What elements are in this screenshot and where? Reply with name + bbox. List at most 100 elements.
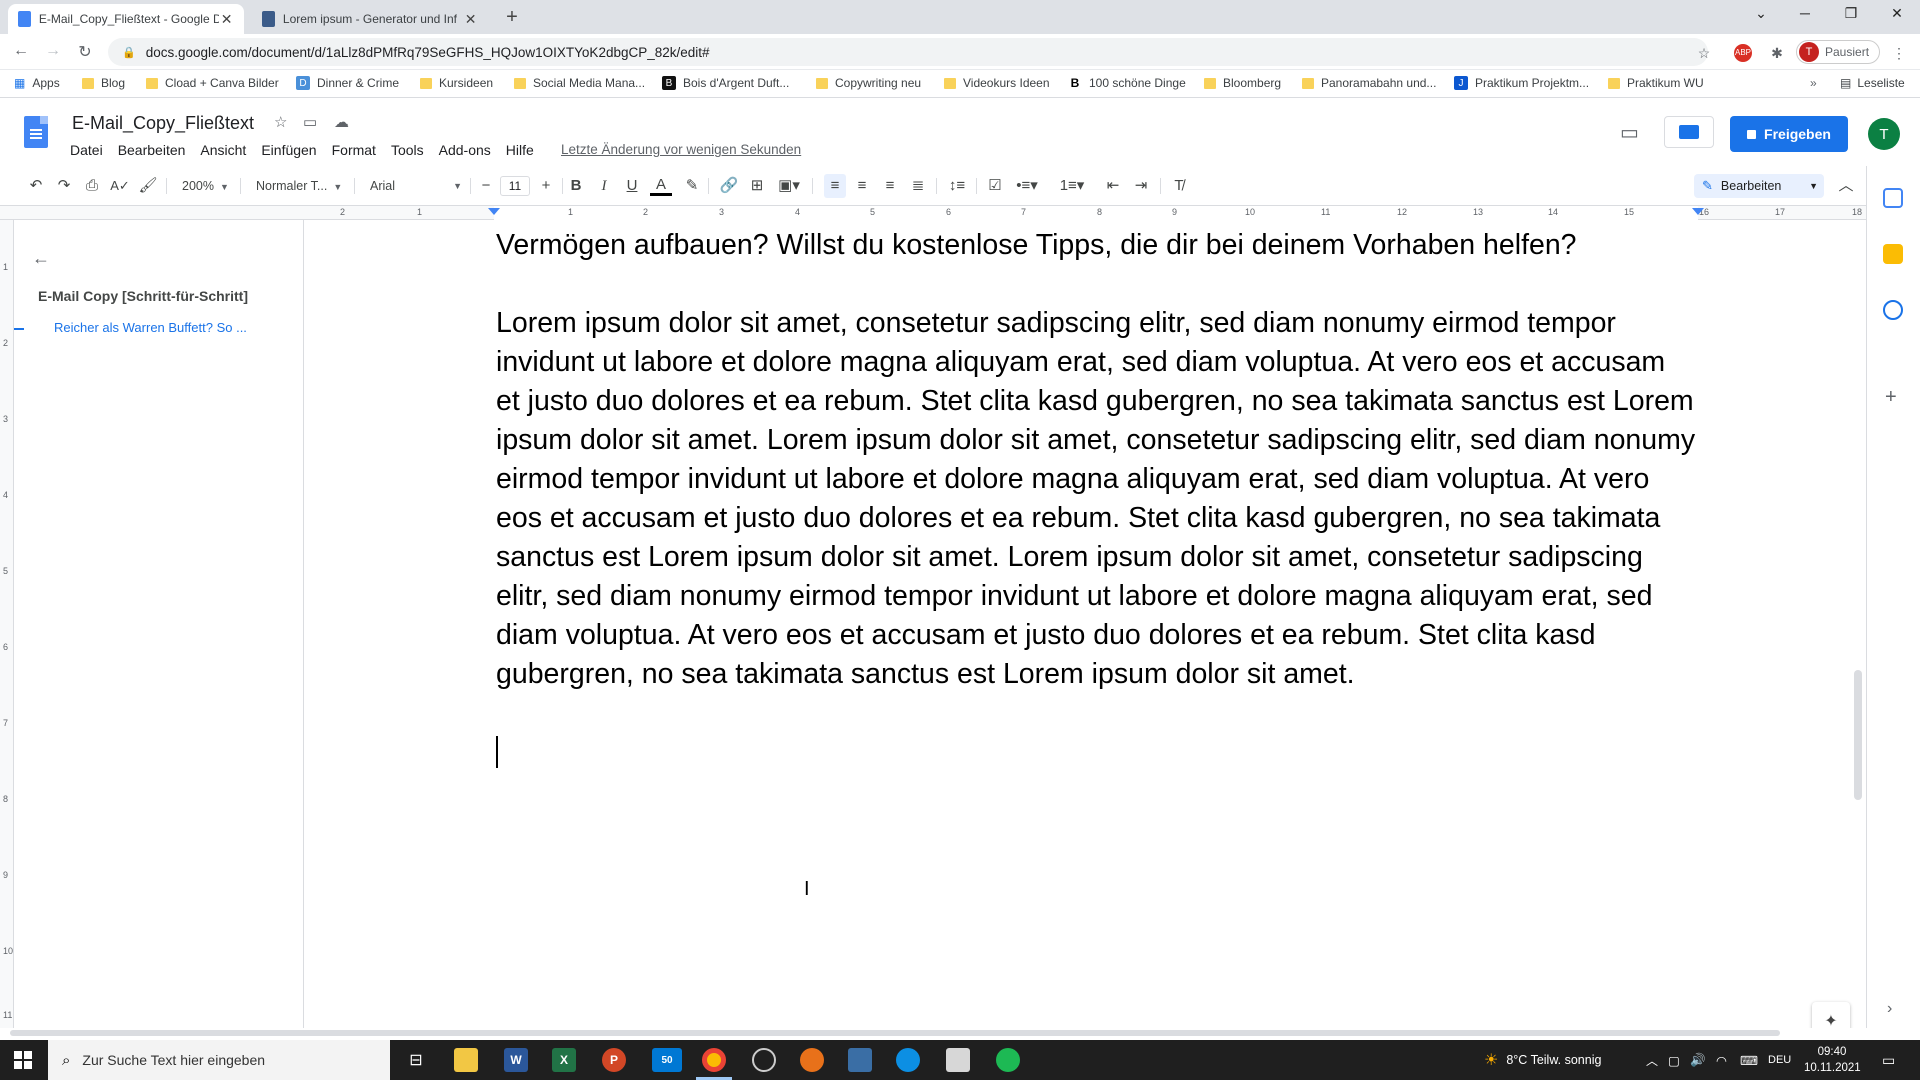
input-language[interactable]: DEU [1768,1040,1791,1080]
spotify-icon[interactable] [996,1048,1020,1072]
align-left-icon[interactable]: ≡ [825,176,845,196]
task-view-icon[interactable]: ⊟ [404,1048,428,1072]
paragraph-style-select[interactable]: Normaler T... ▼ [256,176,342,196]
chevron-right-icon[interactable]: › [1887,1000,1892,1018]
bookmark-praktikum-projektm[interactable]: J Praktikum Projektm... [1454,76,1589,90]
bookmark-social-media[interactable]: Social Media Mana... [514,76,645,90]
move-folder-icon[interactable]: ▭ [303,113,317,131]
menu-datei[interactable]: Datei [70,142,103,158]
font-size-input[interactable]: 11 [500,176,530,196]
editing-mode-select[interactable]: ✎ Bearbeiten ▼ [1694,174,1824,198]
back-arrow-icon[interactable]: ← [32,248,50,269]
powerpoint-icon[interactable]: P [602,1048,626,1072]
present-button[interactable] [1664,116,1714,148]
bookmark-copywriting[interactable]: Copywriting neu [816,76,921,90]
system-clock[interactable]: 09:40 10.11.2021 [1804,1044,1861,1076]
align-right-icon[interactable]: ≡ [880,176,900,196]
tray-chevron-up-icon[interactable]: ︿ [1646,1040,1658,1080]
chrome-icon[interactable] [702,1048,726,1072]
adblock-extension-icon[interactable]: ABP [1734,44,1752,62]
add-addon-icon[interactable]: + [1885,386,1897,409]
wifi-icon[interactable]: ◠ [1716,1040,1727,1080]
word-icon[interactable]: W [504,1048,528,1072]
excel-icon[interactable]: X [552,1048,576,1072]
print-icon[interactable]: ⎙ [82,176,102,196]
checklist-icon[interactable]: ☑ [984,176,1006,196]
undo-icon[interactable]: ↶ [26,176,46,196]
comment-history-icon[interactable]: ▭ [1620,120,1639,145]
bookmark-blog[interactable]: Blog [82,76,125,90]
new-tab-button[interactable]: + [500,6,524,29]
reading-list-button[interactable]: ▤ Leseliste [1840,76,1905,90]
bookmark-dinner-crime[interactable]: D Dinner & Crime [296,76,399,90]
keyboard-icon[interactable]: ⌨ [1740,1040,1758,1080]
notepad-icon[interactable] [946,1048,970,1072]
spellcheck-icon[interactable]: A✓ [110,176,130,196]
highlight-color-icon[interactable]: ✎ [682,176,702,196]
increase-indent-icon[interactable]: ⇥ [1130,176,1152,196]
kebab-menu-icon[interactable]: ⋮ [1888,42,1910,64]
weather-widget[interactable]: ☀ 8°C Teilw. sonnig [1484,1040,1601,1080]
google-docs-logo-icon[interactable] [24,116,48,148]
restore-button[interactable]: ❐ [1836,5,1866,22]
volume-icon[interactable]: 🔊 [1690,1040,1706,1080]
menu-format[interactable]: Format [332,142,376,158]
tab-docs[interactable]: E-Mail_Copy_Fließtext - Google D ✕ [8,4,244,34]
reload-icon[interactable]: ↻ [74,42,96,62]
file-explorer-icon[interactable] [454,1048,478,1072]
line-spacing-icon[interactable]: ↕≡ [946,176,968,196]
snipping-tool-icon[interactable] [848,1048,872,1072]
increase-font-size-button[interactable]: + [536,176,556,196]
paint-format-icon[interactable]: 🖌 [138,176,158,196]
menu-hilfe[interactable]: Hilfe [506,142,534,158]
align-justify-icon[interactable]: ≣ [908,176,928,196]
address-bar[interactable]: 🔒 docs.google.com/document/d/1aLlz8dPMfR… [108,38,1708,66]
avatar[interactable]: T [1868,118,1900,150]
horizontal-scrollbar[interactable] [10,1030,1780,1036]
bookmark-panoramabahn[interactable]: Panoramabahn und... [1302,76,1436,90]
vertical-scrollbar[interactable] [1854,670,1862,800]
obs-icon[interactable] [752,1048,776,1072]
decrease-font-size-button[interactable]: − [476,176,496,196]
text-color-icon[interactable]: A [650,176,672,196]
clear-formatting-icon[interactable]: T̸ [1168,176,1190,196]
outline-item[interactable]: Reicher als Warren Buffett? So ... [54,320,247,335]
calendar-icon[interactable] [1883,188,1903,208]
menu-add-ons[interactable]: Add-ons [439,142,491,158]
add-comment-icon[interactable]: ⊞ [746,176,768,196]
bookmark-kursideen[interactable]: Kursideen [420,76,493,90]
close-icon[interactable]: ✕ [219,11,234,28]
bookmark-bloomberg[interactable]: Bloomberg [1204,76,1281,90]
hide-menus-chevron-up-icon[interactable]: ︿ [1836,176,1856,196]
forward-icon[interactable]: → [42,42,64,60]
insert-image-icon[interactable]: ▣▾ [774,176,804,196]
bookmark-star-icon[interactable]: ☆ [1693,42,1715,64]
align-center-icon[interactable]: ≡ [852,176,872,196]
outline-heading[interactable]: E-Mail Copy [Schritt-für-Schritt] [38,288,248,304]
back-icon[interactable]: ← [10,42,32,60]
zoom-select[interactable]: 200% ▼ [182,176,229,196]
tab-lorem-ipsum[interactable]: Lorem ipsum - Generator und Inf ✕ [252,4,488,34]
cloud-status-icon[interactable]: ☁ [334,113,349,131]
bookmark-100-dinge[interactable]: B 100 schöne Dinge [1068,76,1186,90]
menu-bearbeiten[interactable]: Bearbeiten [118,142,186,158]
close-icon[interactable]: ✕ [463,11,478,28]
notifications-icon[interactable]: ▭ [1882,1040,1895,1080]
menu-ansicht[interactable]: Ansicht [200,142,246,158]
taskbar-search-input[interactable]: ⌕ Zur Suche Text hier eingeben [48,1040,390,1080]
more-bookmarks-icon[interactable]: » [1810,76,1817,90]
document-body[interactable]: Vermögen aufbauen? Willst du kostenlose … [496,226,1696,694]
windows-start-icon[interactable] [14,1051,32,1069]
bookmark-canva[interactable]: Cload + Canva Bilder [146,76,279,90]
bookmark-apps[interactable]: ▦ Apps [14,76,60,90]
close-window-button[interactable]: ✕ [1882,5,1912,22]
bookmark-praktikum-wu[interactable]: Praktikum WU [1608,76,1704,90]
menu-einfuegen[interactable]: Einfügen [261,142,316,158]
right-indent-marker[interactable] [1692,208,1704,215]
edge-icon[interactable] [896,1048,920,1072]
tasks-icon[interactable] [1883,300,1903,320]
document-page[interactable]: Vermögen aufbauen? Willst du kostenlose … [304,220,1866,1028]
font-select[interactable]: Arial ▼ [370,176,462,196]
decrease-indent-icon[interactable]: ⇤ [1102,176,1124,196]
share-button[interactable]: Freigeben [1730,116,1848,152]
